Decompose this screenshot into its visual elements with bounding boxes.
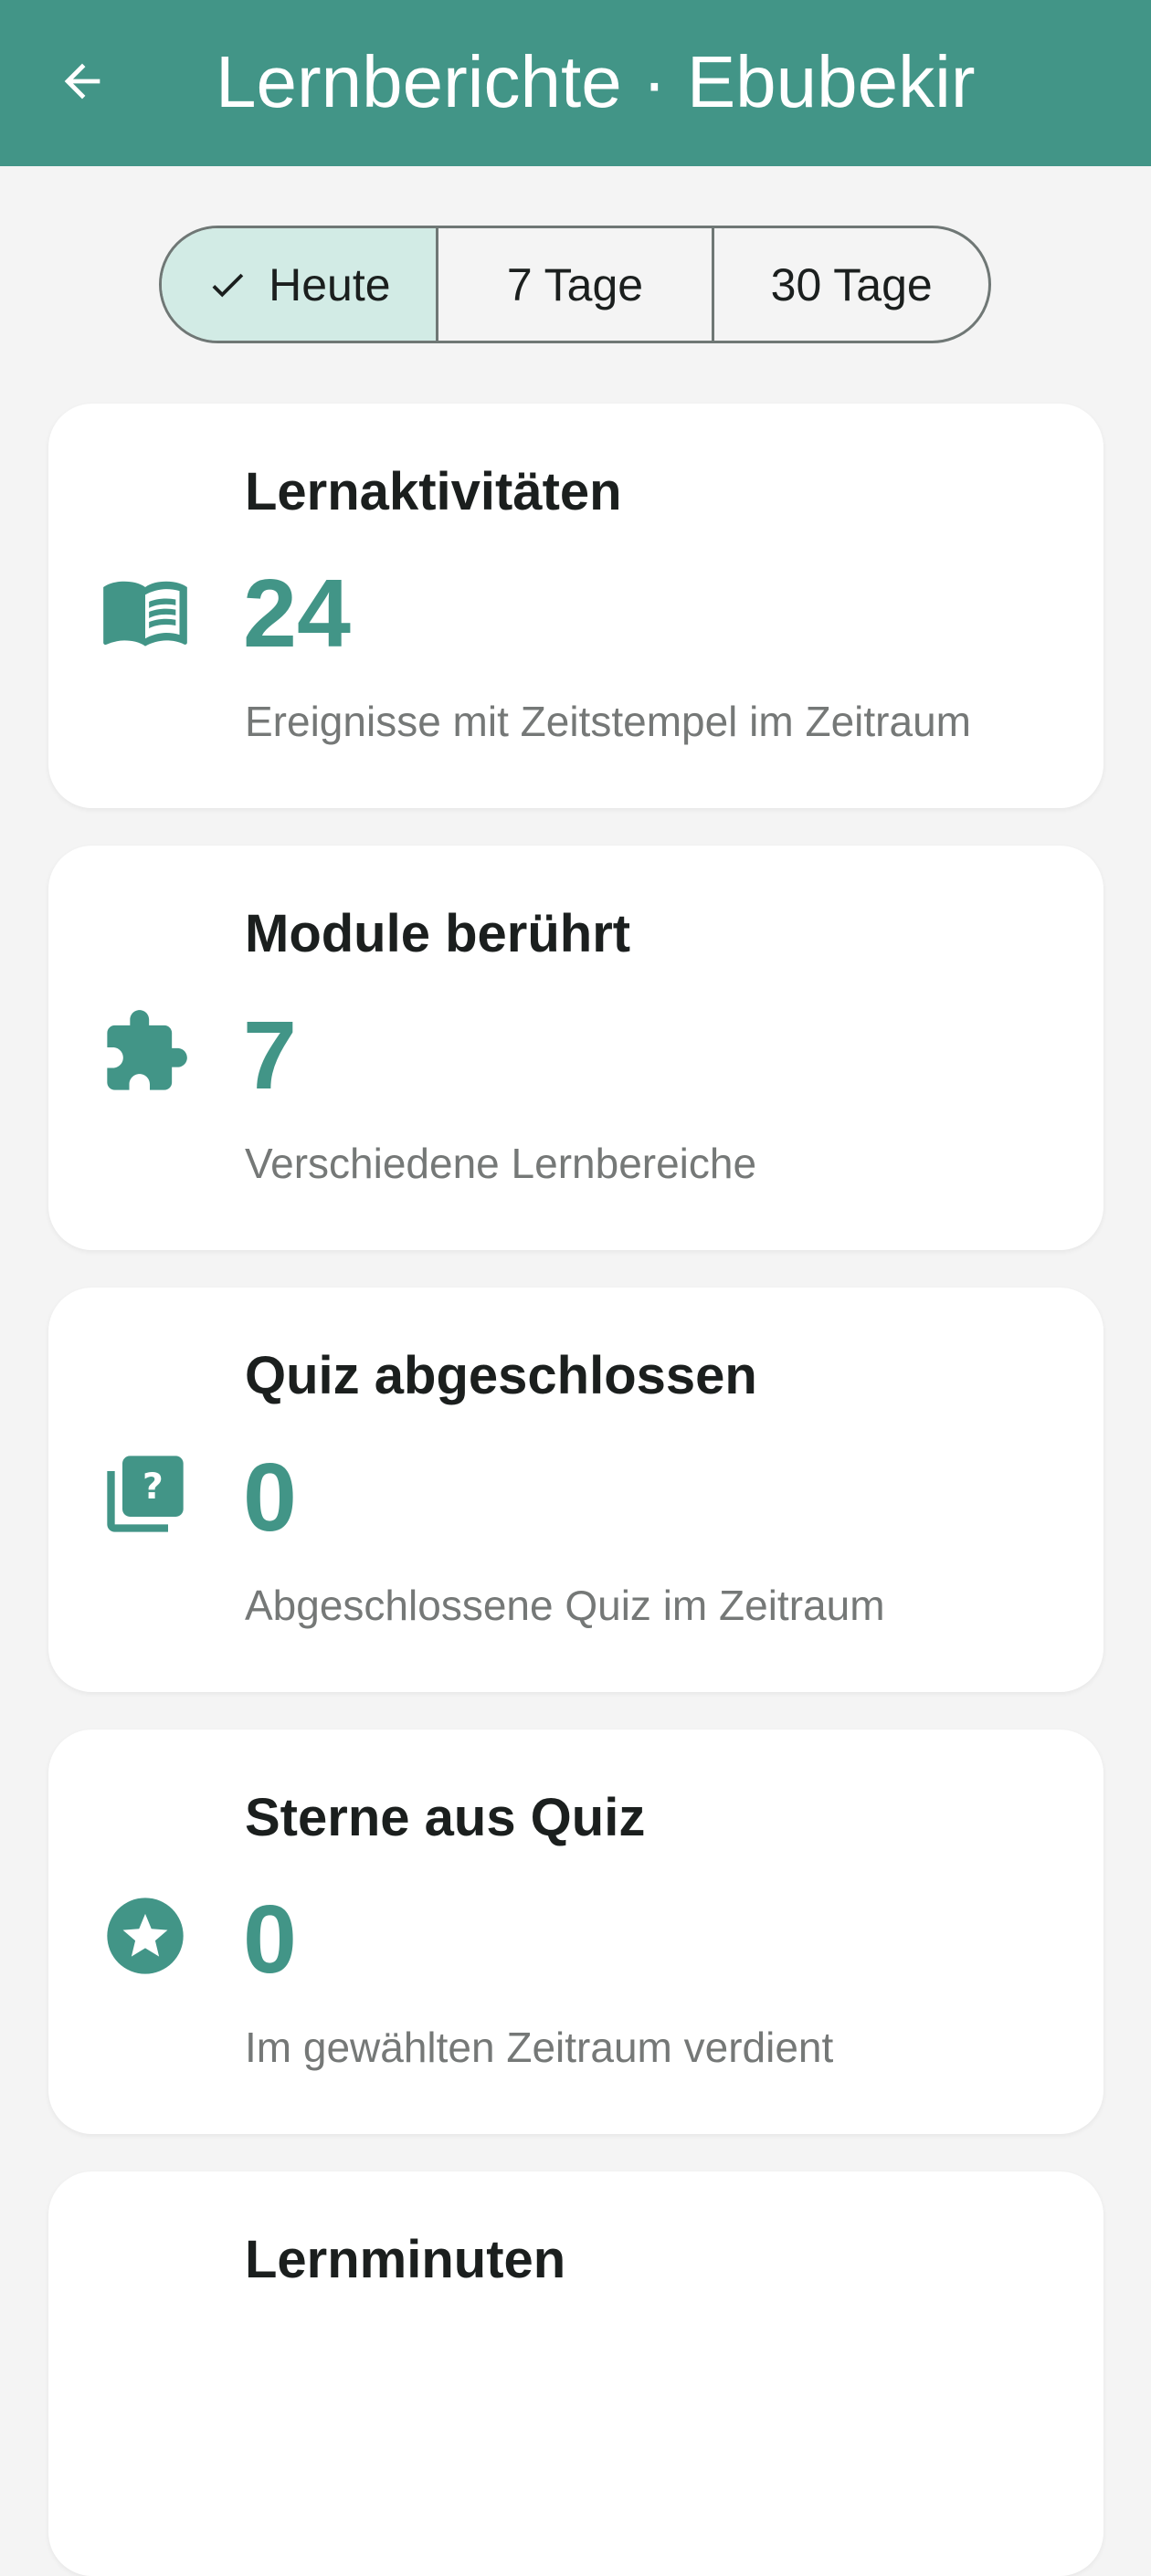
card-quiz-completed: ? Quiz abgeschlossen 0 Abgeschlossene Qu… [48, 1288, 1103, 1692]
segment-label: Heute [269, 258, 391, 310]
card-value: 0 [243, 1444, 297, 1551]
card-title: Sterne aus Quiz [245, 1788, 646, 1847]
segment-30-days[interactable]: 30 Tage [712, 228, 988, 341]
arrow-back-icon [56, 55, 109, 112]
quiz-icon: ? [100, 1448, 191, 1540]
card-title: Module berührt [245, 904, 631, 963]
segment-today[interactable]: Heute [162, 228, 436, 341]
card-value: 7 [243, 1002, 297, 1109]
card-value: 24 [243, 560, 351, 668]
card-title: Lernaktivitäten [245, 462, 622, 521]
star-circle-icon [100, 1890, 191, 1982]
period-selector: Heute 7 Tage 30 Tage [159, 226, 991, 343]
segment-label: 7 Tage [506, 258, 644, 310]
card-value: 0 [243, 1886, 297, 1993]
check-icon [206, 264, 248, 306]
open-book-icon [100, 564, 191, 656]
card-learning-activities: Lernaktivitäten 24 Ereignisse mit Zeitst… [48, 404, 1103, 808]
segment-label: 30 Tage [770, 258, 933, 310]
back-button[interactable] [40, 47, 124, 120]
card-modules-touched: Module berührt 7 Verschiedene Lernbereic… [48, 846, 1103, 1250]
card-title: Lernminuten [245, 2230, 566, 2289]
app-bar: Lernberichte · Ebubekir [0, 0, 1151, 166]
page-title: Lernberichte · Ebubekir [216, 41, 976, 122]
card-subtitle: Ereignisse mit Zeitstempel im Zeitraum [245, 698, 971, 745]
card-quiz-stars: Sterne aus Quiz 0 Im gewählten Zeitraum … [48, 1730, 1103, 2134]
card-subtitle: Abgeschlossene Quiz im Zeitraum [245, 1582, 885, 1629]
puzzle-piece-icon [100, 1006, 191, 1098]
segment-7-days[interactable]: 7 Tage [435, 228, 713, 341]
card-subtitle: Verschiedene Lernbereiche [245, 1140, 757, 1187]
card-title: Quiz abgeschlossen [245, 1346, 757, 1405]
card-subtitle: Im gewählten Zeitraum verdient [245, 2024, 834, 2071]
card-learning-minutes: Lernminuten [48, 2171, 1103, 2576]
svg-text:?: ? [143, 1466, 164, 1508]
